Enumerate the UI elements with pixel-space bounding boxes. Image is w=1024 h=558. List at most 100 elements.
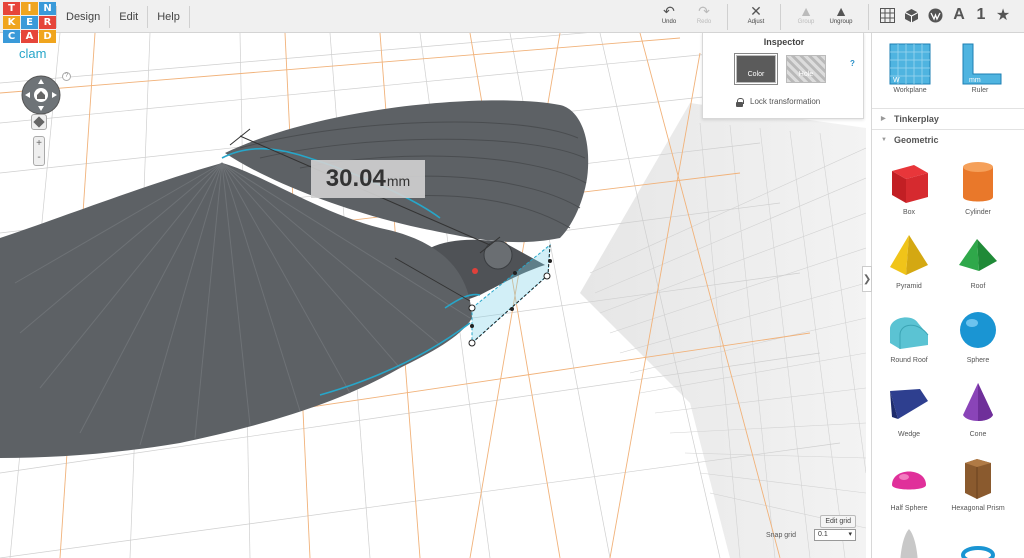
shape-label: Box [902,209,916,216]
zoom-in-button[interactable]: + [34,137,44,151]
navigation-help-icon[interactable]: ? [62,72,71,81]
shape-cone[interactable]: Cone [943,379,1013,438]
snap-grid-label: Snap grid [766,532,796,539]
dimension-value[interactable]: 30.04 [326,165,386,193]
toolbar-divider [780,4,781,30]
logo-letter: D [39,30,56,43]
workplane-tool[interactable]: W Workplane [880,41,940,94]
cone-icon [963,383,993,421]
number-icon[interactable]: 1 [972,6,990,24]
logo-letter: I [21,2,38,15]
shape-paraboloid-partial[interactable] [874,527,944,558]
section-geometric[interactable]: ▼ Geometric [872,129,1024,149]
shape-round-roof[interactable]: Round Roof [874,305,944,364]
rotation-handle[interactable] [472,268,478,274]
ungroup-label: Ungroup [829,19,853,25]
shape-label: Round Roof [890,357,928,364]
round-roof-icon [890,317,929,349]
ungroup-icon: ▲ [834,3,848,19]
lock-transformation-toggle[interactable]: Lock transformation [736,97,821,107]
lock-icon [736,97,744,107]
zoom-out-button[interactable]: - [34,151,44,165]
grid-controls: Edit grid Snap grid 0.1 [766,515,856,555]
text-icon[interactable]: A [950,6,968,24]
logo-letter: R [39,16,56,29]
paraboloid-icon [900,529,918,558]
shape-box[interactable]: Box [874,157,944,216]
menu-help[interactable]: Help [147,5,190,28]
adjust-label: Adjust [747,19,765,25]
workplane-icon: W [889,43,931,85]
shape-label: Half Sphere [890,505,928,512]
edit-grid-button[interactable]: Edit grid [820,515,856,528]
inspector-title: Inspector [763,37,805,47]
redo-icon: ↷ [698,3,710,19]
hinge-end [483,240,513,270]
hole-button[interactable]: Hole [786,55,826,83]
adjust-icon: ✕ [750,3,762,19]
project-name[interactable]: clam [19,46,46,61]
star-icon[interactable]: ★ [994,6,1012,24]
logo-letter: T [3,2,20,15]
roof-icon [959,239,997,271]
box-icon [892,165,928,203]
workplane-wall [580,103,866,558]
logo-letter: N [39,2,56,15]
menu-design[interactable]: Design [56,5,109,28]
logo-letter: E [21,16,38,29]
redo-button[interactable]: ↷ Redo [686,3,722,25]
shape-pyramid[interactable]: Pyramid [874,231,944,290]
ruler-tool[interactable]: mm Ruler [950,41,1010,94]
redo-label: Redo [696,19,712,25]
shape-cylinder[interactable]: Cylinder [943,157,1013,216]
cylinder-icon [963,162,993,202]
sphere-icon [960,312,996,348]
section-title: Geometric [894,135,939,145]
inspector-help-icon[interactable]: ? [850,59,855,68]
shape-hexagonal-prism[interactable]: Hexagonal Prism [943,453,1013,512]
snap-grid-select[interactable]: 0.1 [814,529,856,541]
shape-torus-partial[interactable] [943,527,1013,558]
shape-half-sphere[interactable]: Half Sphere [874,453,944,512]
shape-label: Wedge [897,431,921,438]
color-button[interactable]: Color [734,53,778,85]
svg-text:mm: mm [969,77,981,84]
shape-sphere[interactable]: Sphere [943,305,1013,364]
shape-roof[interactable]: Roof [943,231,1013,290]
group-button[interactable]: ▲ Group [788,3,824,25]
solid-view-icon[interactable] [926,6,944,24]
shape-label: Cone [969,431,987,438]
section-title: Tinkerplay [894,114,939,124]
half-sphere-icon [892,471,926,490]
grid-view-icon[interactable] [878,6,896,24]
lock-label: Lock transformation [750,97,821,106]
shape-wedge[interactable]: Wedge [874,379,944,438]
adjust-button[interactable]: ✕ Adjust [738,3,774,25]
svg-text:W: W [893,77,900,84]
tinkercad-logo[interactable]: T I N K E R C A D [3,2,57,43]
color-label: Color [747,70,765,78]
panel-collapse-button[interactable]: ❯ [862,266,872,292]
view-navigation-compass[interactable] [21,75,61,115]
toolbar-divider [868,4,869,30]
tinkercad-app: T I N K E R C A D Design Edit Help ↶ Und… [0,0,1024,558]
undo-icon: ↶ [663,3,675,19]
menu-edit[interactable]: Edit [109,5,147,28]
collapse-arrow-icon: ▼ [881,137,887,143]
inspector-panel: Inspector Color Hole ? Lock transformati… [702,33,864,119]
section-tinkerplay[interactable]: ▶ Tinkerplay [872,108,1024,128]
shape-label: Cylinder [965,209,991,216]
ungroup-button[interactable]: ▲ Ungroup [823,3,859,25]
home-view-button[interactable] [31,114,47,130]
dimension-label[interactable]: 30.04 mm [311,160,425,198]
3d-viewport[interactable]: clam ? + - 30.04 mm Inspector Color Hole [0,33,866,558]
toolbar-divider [727,4,728,30]
undo-button[interactable]: ↶ Undo [651,3,687,25]
logo-letter: A [21,30,38,43]
ruler-icon: mm [962,43,1002,85]
expand-arrow-icon: ▶ [881,116,886,122]
shapes-panel: W Workplane mm Ruler ▶ Tinkerplay ▼ Geom… [871,33,1024,558]
main-menu: Design Edit Help [56,0,190,33]
cube-view-icon[interactable] [902,6,920,24]
logo-letter: C [3,30,20,43]
